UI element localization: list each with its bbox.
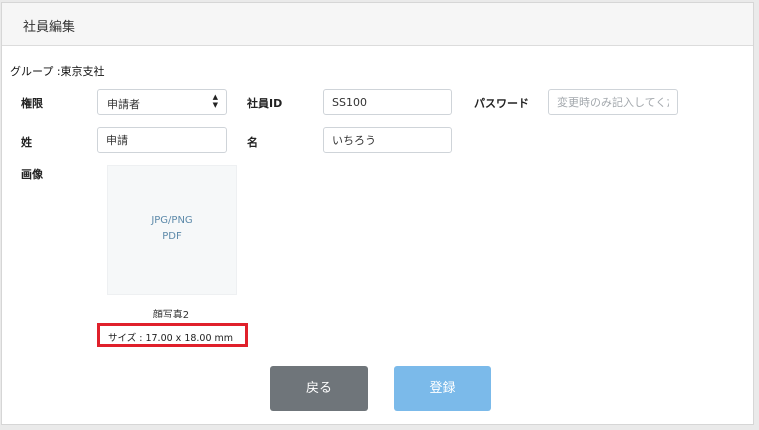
first-name-label: 名 (247, 136, 258, 149)
role-label: 権限 (21, 97, 43, 110)
dropzone-text: JPG/PNG PDF (108, 213, 236, 245)
group-info: グループ :東京支社 (10, 63, 105, 79)
employee-id-input[interactable] (323, 89, 452, 115)
card-header: 社員編集 (2, 3, 753, 46)
image-size-text: サイズ : 17.00 x 18.00 mm (108, 333, 234, 344)
role-select[interactable]: 申請者 ▲ ▼ (97, 89, 227, 115)
edit-employee-card: 社員編集 グループ :東京支社 権限 申請者 ▲▼ 社員ID パスワード 姓 名… (1, 2, 754, 425)
last-name-label: 姓 (21, 136, 32, 149)
page-title: 社員編集 (23, 20, 76, 35)
group-label: グループ : (10, 65, 61, 78)
back-button[interactable]: 戻る (270, 366, 368, 411)
password-input[interactable] (548, 89, 678, 115)
employee-id-label: 社員ID (247, 97, 283, 110)
image-label: 画像 (21, 168, 43, 181)
size-highlight-box: サイズ : 17.00 x 18.00 mm (97, 323, 248, 347)
save-button[interactable]: 登録 (394, 366, 491, 411)
dropzone-pdf: PDF (162, 231, 182, 242)
dropzone-formats: JPG/PNG (151, 215, 193, 226)
image-dropzone[interactable]: JPG/PNG PDF (107, 165, 237, 295)
role-select-value: 申請者 (107, 98, 140, 111)
group-value: 東京支社 (60, 65, 105, 78)
password-label: パスワード (474, 97, 529, 110)
image-filename: 顔写真2 (152, 310, 190, 318)
select-arrows-icon: ▲ ▼ (212, 93, 218, 109)
first-name-input[interactable] (323, 127, 452, 153)
last-name-input[interactable] (97, 127, 227, 153)
